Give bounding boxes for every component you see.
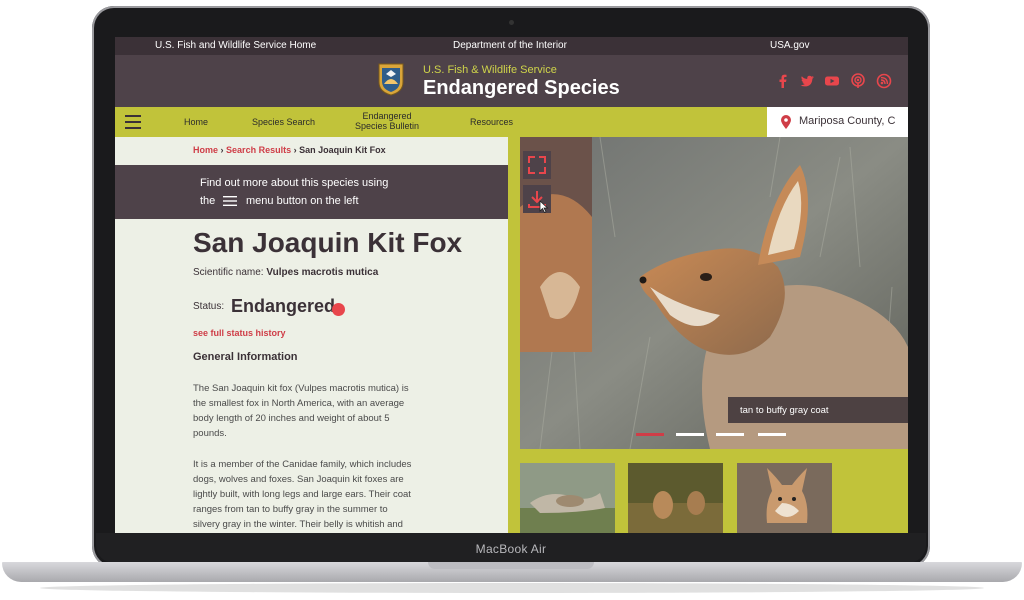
general-info-paragraph-1: The San Joaquin kit fox (Vulpes macrotis… [193,381,455,441]
slide-dot-1[interactable] [636,433,664,436]
menu-hint-banner: Find out more about this species using t… [115,165,508,219]
species-content: Home › Search Results › San Joaquin Kit … [115,137,508,533]
menu-button[interactable] [125,115,141,129]
laptop-notch [428,562,594,569]
thumbnail-3[interactable] [737,463,832,533]
breadcrumb-separator: › [293,145,297,155]
menu-line [125,115,141,117]
expand-icon [528,156,546,174]
para-line: silvery gray in the winter. Their belly … [193,519,403,530]
menu-line [125,127,141,129]
facebook-icon[interactable] [775,73,791,89]
hint-line2-pre: the [200,195,216,207]
menu-icon [223,196,237,206]
laptop-bezel-bottom: MacBook Air [96,533,926,563]
service-name: U.S. Fish & Wildlife Service [423,64,557,76]
para-line: ranges from tan to buffy gray in the sum… [193,504,388,515]
map-pin-icon [781,115,791,129]
caption-text: tan to buffy gray coat [740,405,829,416]
general-info-paragraph-2: It is a member of the Canidae family, wh… [193,457,455,532]
breadcrumb-separator: › [220,145,224,155]
para-line: It is a member of the Canidae family, wh… [193,459,412,470]
nav-bulletin-line2: Species Bulletin [355,121,420,131]
device-label: MacBook Air [475,542,547,556]
site-title[interactable]: Endangered Species [423,77,620,100]
status-history-link[interactable]: see full status history [193,328,286,338]
utility-bar: U.S. Fish and Wildlife Service Home Depa… [115,37,908,55]
breadcrumb-search-results[interactable]: Search Results [226,145,291,155]
general-info-heading: General Information [193,351,298,363]
nav-home[interactable]: Home [184,117,208,127]
doi-link[interactable]: Department of the Interior [453,40,567,51]
scientific-label: Scientific name: [193,267,264,278]
status-indicator [332,303,345,316]
location-selector[interactable]: Mariposa County, C [767,107,908,137]
download-icon [528,191,549,214]
slide-dot-3[interactable] [716,433,744,436]
fws-logo-icon[interactable] [377,62,405,96]
thumbnail-2[interactable] [628,463,723,533]
laptop-shadow [40,583,984,593]
para-line: the smallest fox in North America, with … [193,398,405,409]
thumbnail-1[interactable] [520,463,615,533]
status-label: Status: [193,301,225,312]
fws-home-link[interactable]: U.S. Fish and Wildlife Service Home [155,40,316,51]
hint-line2-post: menu button on the left [246,195,359,207]
site-header: U.S. Fish & Wildlife Service Endangered … [115,55,908,107]
podcast-icon[interactable] [850,73,866,89]
para-line: body length of 20 inches and weight of a… [193,413,390,424]
status-value: Endangered [231,296,336,316]
breadcrumb-home[interactable]: Home [193,145,218,155]
browser-screen: U.S. Fish and Wildlife Service Home Depa… [115,37,908,533]
para-line: dogs, wolves and foxes. San Joaquin kit … [193,474,404,485]
location-text: Mariposa County, C [799,115,896,127]
para-line: lightly built, with long legs and large … [193,489,411,500]
breadcrumb-current: San Joaquin Kit Fox [299,145,386,155]
usagov-link[interactable]: USA.gov [770,40,809,51]
scientific-name: Scientific name: Vulpes macrotis mutica [193,267,378,278]
nav-bulletin-line1: Endangered [362,111,412,121]
breadcrumb: Home › Search Results › San Joaquin Kit … [193,145,386,155]
hint-line1: Find out more about this species using [200,177,389,189]
nav-resources[interactable]: Resources [470,117,513,127]
para-line: pounds. [193,428,227,439]
slide-dot-2[interactable] [676,433,704,436]
webcam [509,20,514,25]
rss-icon[interactable] [876,73,892,89]
download-button[interactable] [523,185,551,214]
photo-gallery: tan to buffy gray coat [508,137,908,533]
scientific-value: Vulpes macrotis mutica [266,267,379,278]
menu-line [125,121,141,123]
slide-dot-4[interactable] [758,433,786,436]
fullscreen-button[interactable] [523,151,551,179]
youtube-icon[interactable] [824,73,840,89]
species-name: San Joaquin Kit Fox [193,227,463,258]
para-line: The San Joaquin kit fox (Vulpes macrotis… [193,383,409,394]
nav-species-search[interactable]: Species Search [252,117,315,127]
twitter-icon[interactable] [799,73,815,89]
nav-species-bulletin[interactable]: Endangered Species Bulletin [355,111,419,131]
photo-caption: tan to buffy gray coat [728,397,908,423]
